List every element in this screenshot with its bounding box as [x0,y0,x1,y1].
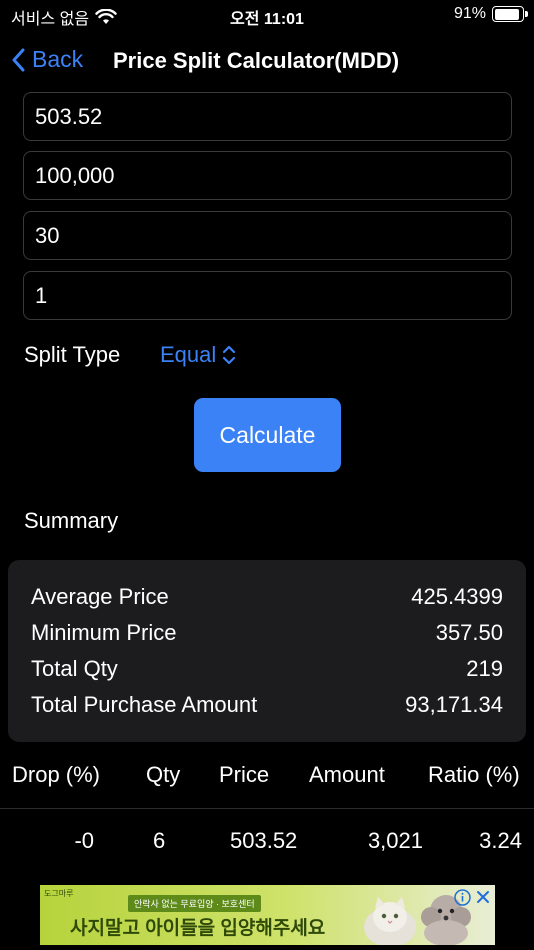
amount-input[interactable] [23,151,512,200]
close-icon[interactable] [475,889,491,905]
drop-percent-input[interactable] [23,211,512,260]
ad-banner[interactable]: 도그마루 안락사 없는 무료입양 · 보호센터 사지말고 아이들을 입양해주세요 [40,885,495,945]
summary-value: 93,171.34 [405,692,503,717]
status-right: 91% [453,5,528,23]
ad-headline: 사지말고 아이들을 입양해주세요 [70,918,326,939]
summary-label: Total Qty [31,656,118,681]
header-ratio: Ratio (%) [428,762,520,787]
summary-value: 357.50 [435,620,503,645]
page-title: Price Split Calculator(MDD) [113,48,400,73]
ad-subtext: 안락사 없는 무료입양 · 보호센터 [128,895,261,912]
split-type-row: Split Type Equal [24,340,324,372]
summary-row: Total Qty 219 [31,656,503,686]
summary-label: Minimum Price [31,620,177,645]
table-header: Drop (%) Qty Price Amount Ratio (%) [0,762,534,794]
nav-bar: Back Price Split Calculator(MDD) [0,40,534,84]
ad-brand: 도그마루 [44,889,74,898]
battery-fill [494,8,520,20]
header-qty: Qty [146,762,181,787]
cell-ratio: 3.24 [479,828,522,853]
step-input[interactable] [23,271,512,320]
summary-row: Total Purchase Amount 93,171.34 [31,692,503,722]
cell-qty: 6 [153,828,166,853]
header-price: Price [219,762,270,787]
chevron-up-down-icon [223,345,236,365]
status-bar: 서비스 없음 오전 11:01 91% [0,0,534,32]
summary-row: Average Price 425.4399 [31,584,503,614]
cell-amount: 3,021 [367,828,423,853]
header-drop: Drop (%) [12,762,101,787]
back-button[interactable]: Back [12,46,83,73]
summary-card: Average Price 425.4399 Minimum Price 357… [8,560,526,742]
summary-value: 425.4399 [411,584,503,609]
table-divider [0,808,534,809]
calculate-button[interactable]: Calculate [194,398,341,472]
battery-icon [492,6,528,22]
split-type-value: Equal [160,342,217,367]
summary-label: Total Purchase Amount [31,692,258,717]
cell-price: 503.52 [230,828,298,853]
split-type-label: Split Type [24,342,121,367]
price-input[interactable] [23,92,512,141]
table-row: -0 6 503.52 3,021 3.24 [0,828,534,860]
summary-label: Average Price [31,584,169,609]
battery-percent: 91% [453,5,486,22]
split-type-picker[interactable]: Equal [160,342,236,368]
header-amount: Amount [309,762,385,787]
summary-value: 219 [466,656,503,681]
info-icon[interactable] [454,889,471,906]
battery-cap [525,11,528,17]
summary-row: Minimum Price 357.50 [31,620,503,650]
chevron-left-icon [12,48,25,71]
summary-heading: Summary [24,508,119,533]
cat-image [364,897,416,945]
cell-drop: -0 [74,828,94,853]
back-label: Back [32,46,84,72]
